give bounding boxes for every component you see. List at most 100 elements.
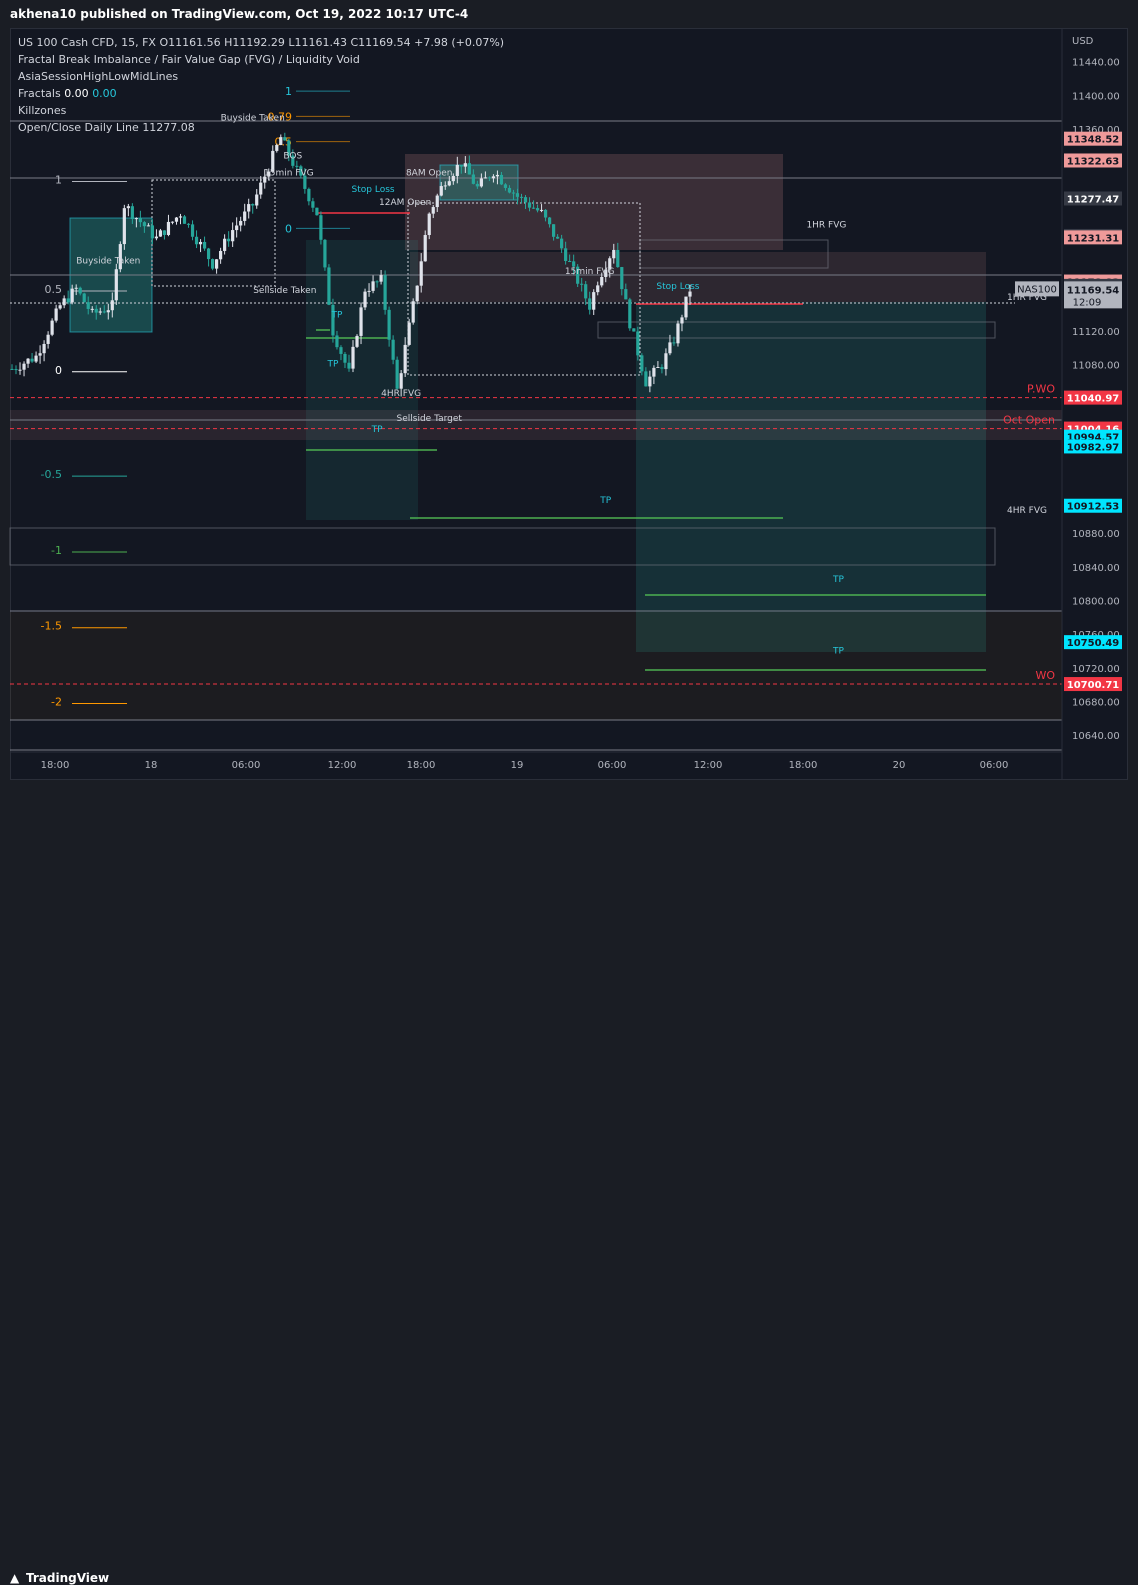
candle-body (371, 281, 375, 291)
candle-body (459, 164, 463, 167)
price-axis-tick: 10680.00 (1072, 697, 1120, 708)
price-label-text: 11040.97 (1067, 394, 1120, 405)
candle-body (475, 183, 479, 187)
candle-body (495, 174, 500, 177)
chart-annotation: Stop Loss (656, 282, 699, 292)
candle-body (259, 182, 263, 195)
price-label-text: 11348.52 (1067, 135, 1120, 146)
tradingview-logo[interactable]: ▲ TradingView (10, 1571, 109, 1585)
candle-body (391, 339, 395, 360)
fib-level-label: -1 (51, 544, 62, 557)
candle-body (383, 275, 387, 310)
time-axis-tick: 18:00 (407, 760, 436, 771)
chart-annotation: 4HR FVG (1007, 506, 1047, 516)
time-axis-tick: 06:00 (598, 760, 627, 771)
candle-body (367, 290, 371, 292)
candle-body (584, 284, 588, 299)
candle-body (375, 281, 379, 283)
candle-body (10, 368, 14, 370)
candle-body (219, 250, 223, 260)
candle-body (50, 320, 54, 335)
candle-body (359, 307, 363, 336)
candle-body (335, 335, 339, 348)
symbol-ohlc: US 100 Cash CFD, 15, FX O11161.56 H11192… (18, 36, 505, 49)
price-axis-tick: 11120.00 (1072, 327, 1120, 338)
candle-body (30, 358, 34, 362)
chart-annotation: TP (330, 311, 342, 321)
candle-body (672, 342, 676, 344)
level-line-label: P.WO (1027, 383, 1055, 396)
candle-body (455, 164, 459, 176)
indicator-fractals[interactable]: Fractals 0.00 0.00 (18, 85, 504, 102)
indicator-open-close[interactable]: Open/Close Daily Line 11277.08 (18, 119, 504, 136)
candle-body (467, 163, 471, 175)
zone-box (639, 239, 829, 269)
candle-body (503, 184, 508, 188)
candle-body (78, 287, 82, 294)
chart-annotation: BOS (283, 151, 302, 161)
candle-body (146, 225, 151, 227)
candle-body (339, 347, 343, 354)
indicator-asia-session[interactable]: AsiaSessionHighLowMidLines (18, 68, 504, 85)
time-axis-tick: 06:00 (232, 760, 261, 771)
chart-annotation: 8AM Open (406, 168, 453, 178)
candle-body (150, 225, 155, 239)
price-axis-tick: 10840.00 (1072, 563, 1120, 574)
candle-body (664, 353, 668, 370)
time-axis-tick: 18:00 (789, 760, 818, 771)
candle-body (564, 248, 568, 261)
chart-annotation: Buyside Taken (76, 257, 140, 267)
fib-level-label: 1 (55, 174, 62, 187)
candle-body (319, 215, 323, 240)
zone-box (10, 612, 1062, 720)
candle-body (343, 353, 347, 363)
bottom-bar: ▲ TradingView (0, 781, 1138, 1585)
price-axis-tick: 10640.00 (1072, 731, 1120, 742)
candle-body (210, 259, 215, 269)
chart-annotation: Stop Loss (352, 185, 395, 195)
candle-body (66, 298, 70, 303)
candle-body (447, 181, 451, 186)
indicator-fvg[interactable]: Fractal Break Imbalance / Fair Value Gap… (18, 51, 504, 68)
candle-body (90, 308, 94, 310)
candle-body (463, 163, 467, 167)
candle-body (142, 222, 146, 227)
candle-body (62, 298, 66, 306)
candle-body (202, 241, 207, 249)
level-line-label: WO (1035, 669, 1055, 682)
price-axis-tick: 10720.00 (1072, 664, 1120, 675)
chart-annotation: 15min FVG (264, 168, 314, 178)
candle-body (507, 187, 512, 193)
candle-body (435, 195, 439, 208)
candle-body (174, 217, 179, 222)
indicator-killzones[interactable]: Killzones (18, 102, 504, 119)
chart-annotation: 1HR FVG (806, 221, 846, 231)
candle-body (178, 216, 183, 218)
candle-body (596, 285, 600, 293)
candle-body (239, 220, 243, 226)
candle-body (327, 267, 331, 305)
candle-body (315, 207, 319, 216)
candle-body (556, 236, 560, 239)
candle-body (94, 308, 98, 313)
candle-body (110, 300, 114, 311)
candle-body (499, 174, 504, 185)
current-symbol-text: NAS100 (1017, 284, 1057, 295)
candle-body (620, 267, 624, 290)
candle-body (395, 359, 399, 389)
candle-body (247, 204, 251, 212)
candle-body (363, 291, 367, 308)
candle-body (648, 376, 652, 387)
candle-body (198, 241, 203, 245)
candle-body (423, 235, 427, 262)
candle-body (251, 204, 255, 206)
candle-body (519, 196, 524, 198)
candle-body (439, 186, 443, 196)
price-label-text: 10982.97 (1067, 442, 1120, 453)
candle-body (652, 367, 656, 377)
candle-body (483, 177, 487, 179)
tradingview-logo-icon: ▲ (10, 1571, 20, 1585)
candle-body (612, 249, 616, 259)
candle-body (487, 177, 492, 179)
candle-body (275, 144, 279, 151)
